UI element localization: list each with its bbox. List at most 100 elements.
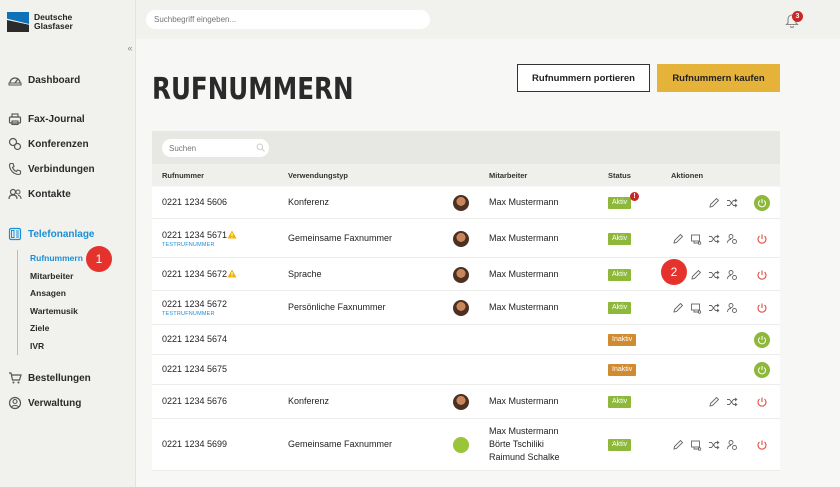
logo-mark-icon: [7, 12, 29, 32]
header-type[interactable]: Verwendungstyp: [288, 171, 348, 180]
status-badge: Inaktiv: [608, 364, 637, 376]
sidebar-item-konferenzen[interactable]: Konferenzen: [8, 137, 89, 151]
subnav-item-ansagen[interactable]: Ansagen: [30, 285, 83, 303]
step-marker-1: 1: [86, 246, 112, 272]
employee-name: Max Mustermann: [489, 232, 559, 243]
power-off-icon[interactable]: [754, 437, 770, 453]
header-number[interactable]: Rufnummer: [162, 171, 204, 180]
edit-icon[interactable]: [672, 233, 684, 245]
sidebar-item-verwaltung[interactable]: Verwaltung: [8, 396, 81, 410]
fax-icon: [8, 113, 22, 126]
sidebar-item-kontakte[interactable]: Kontakte: [8, 187, 71, 201]
warning-icon: [227, 269, 237, 277]
sidebar-item-label: Dashboard: [28, 74, 81, 86]
power-off-icon[interactable]: [754, 300, 770, 316]
power-on-icon[interactable]: [754, 195, 770, 211]
table-row[interactable]: 0221 1234 5676 Konferenz Max Mustermann Akt…: [152, 385, 780, 419]
edit-icon[interactable]: [708, 396, 720, 408]
assign-user-icon[interactable]: [726, 269, 738, 281]
sidebar-item-telefonanlage[interactable]: Telefonanlage: [8, 227, 95, 241]
numbers-table: Rufnummer Verwendungstyp Mitarbeiter Sta…: [152, 131, 780, 186]
usage-type: Persönliche Faxnummer: [288, 302, 386, 312]
employee-name: Börte Tschiliki: [489, 439, 544, 449]
shuffle-icon[interactable]: [726, 396, 738, 408]
group-avatar: [453, 437, 469, 453]
power-off-icon[interactable]: [754, 231, 770, 247]
power-on-icon[interactable]: [754, 362, 770, 378]
fax-forward-icon[interactable]: [690, 302, 702, 314]
table-row[interactable]: 0221 1234 5699 Gemeinsame Faxnummer Max Mu…: [152, 419, 780, 471]
table-row[interactable]: 0221 1234 5675 Inaktiv: [152, 355, 780, 385]
assign-user-icon[interactable]: [726, 439, 738, 451]
table-row[interactable]: 0221 1234 5672 TESTRUFNUMMER Persönliche F…: [152, 291, 780, 325]
shuffle-icon[interactable]: [708, 302, 720, 314]
shuffle-icon[interactable]: [708, 269, 720, 281]
sidebar-item-fax-journal[interactable]: Fax-Journal: [8, 112, 85, 126]
phone-number: 0221 1234 5672: [162, 268, 228, 279]
employee-list: Max Mustermann Börte Tschiliki Raimund Sch…: [489, 425, 560, 464]
search-icon: [256, 143, 265, 152]
main-content: RUFNUMMERN Rufnummern portieren Rufnumme…: [136, 39, 840, 487]
phone-number: 0221 1234 5675: [162, 364, 228, 374]
table-row[interactable]: 0221 1234 5606 Konferenz Max Mustermann Akt…: [152, 187, 780, 219]
sidebar-item-label: Bestellungen: [28, 372, 91, 384]
table-row[interactable]: 0221 1234 5671 TESTRUFNUMMER Gemeinsame Fa…: [152, 219, 780, 258]
edit-icon[interactable]: [672, 439, 684, 451]
table-row[interactable]: 0221 1234 5674 Inaktiv: [152, 325, 780, 355]
phone-number: 0221 1234 5606: [162, 197, 228, 207]
phone-number: 0221 1234 5699: [162, 439, 228, 449]
edit-icon[interactable]: [690, 269, 702, 281]
employee-name: Max Mustermann: [489, 268, 559, 279]
fax-forward-icon[interactable]: [690, 233, 702, 245]
employee-name: Max Mustermann: [489, 426, 559, 436]
subnav-item-mitarbeiter[interactable]: Mitarbeiter: [30, 268, 83, 286]
collapse-sidebar-icon[interactable]: «: [124, 42, 136, 54]
sidebar-item-label: Telefonanlage: [28, 228, 95, 240]
employee-name: Max Mustermann: [489, 197, 559, 207]
phone-icon: [8, 162, 22, 176]
power-on-icon[interactable]: [754, 332, 770, 348]
edit-icon[interactable]: [672, 302, 684, 314]
buy-numbers-button[interactable]: Rufnummern kaufen: [657, 64, 780, 92]
status-badge: Inaktiv: [608, 334, 637, 346]
brand-line-2: Glasfaser: [34, 21, 73, 31]
notification-count-badge: 3: [792, 11, 803, 22]
table-search-input[interactable]: [162, 139, 269, 157]
sidebar: Deutsche Glasfaser « Dashboard Fax-Journ…: [0, 0, 136, 487]
sidebar-item-bestellungen[interactable]: Bestellungen: [8, 371, 91, 385]
global-search-input[interactable]: [146, 10, 430, 29]
status-badge: Aktiv: [608, 439, 632, 451]
sidebar-item-dashboard[interactable]: Dashboard: [8, 73, 80, 87]
dashboard-icon: [8, 77, 22, 86]
phone-number: 0221 1234 5672: [162, 299, 228, 309]
shuffle-icon[interactable]: [726, 197, 738, 209]
port-numbers-button[interactable]: Rufnummern portieren: [517, 64, 650, 92]
page-title: RUFNUMMERN: [152, 72, 354, 107]
top-bar: 3: [136, 0, 840, 39]
shuffle-icon[interactable]: [708, 233, 720, 245]
header-status[interactable]: Status: [608, 171, 631, 180]
step-marker-2: 2: [661, 259, 687, 285]
shuffle-icon[interactable]: [708, 439, 720, 451]
subnav-item-ziele[interactable]: Ziele: [30, 320, 83, 338]
header-employee[interactable]: Mitarbeiter: [489, 171, 527, 180]
assign-user-icon[interactable]: [726, 302, 738, 314]
status-badge: Aktiv: [608, 197, 632, 209]
brand-logo[interactable]: Deutsche Glasfaser: [7, 12, 73, 32]
power-off-icon[interactable]: [754, 394, 770, 410]
sidebar-item-verbindungen[interactable]: Verbindungen: [8, 162, 95, 176]
subnav-item-ivr[interactable]: IVR: [30, 338, 83, 356]
subnav-item-rufnummern[interactable]: Rufnummern: [30, 250, 83, 268]
telefonanlage-subnav: Rufnummern Mitarbeiter Ansagen Wartemusi…: [17, 250, 83, 355]
cart-icon: [9, 372, 22, 384]
assign-user-icon[interactable]: [726, 233, 738, 245]
subnav-item-wartemusik[interactable]: Wartemusik: [30, 303, 83, 321]
fax-forward-icon[interactable]: [690, 439, 702, 451]
avatar: [453, 195, 469, 211]
edit-icon[interactable]: [708, 197, 720, 209]
avatar: [453, 230, 469, 247]
phone-number: 0221 1234 5676: [162, 396, 228, 406]
admin-icon: [8, 396, 22, 410]
usage-type: Gemeinsame Faxnummer: [288, 439, 393, 449]
power-off-icon[interactable]: [754, 267, 770, 283]
